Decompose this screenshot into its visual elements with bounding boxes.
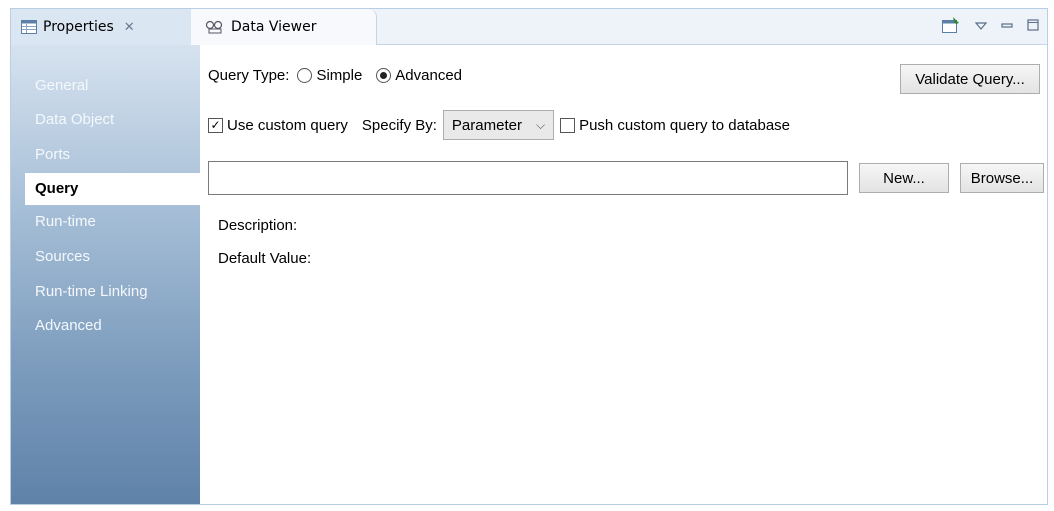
description-label: Description: <box>218 217 298 234</box>
advanced-radio[interactable] <box>376 68 392 83</box>
push-custom-query-label[interactable]: Push custom query to database <box>579 117 790 134</box>
default-value-label: Default Value: <box>218 250 312 267</box>
tab-data-viewer-label: Data Viewer <box>231 19 317 35</box>
query-type-label: Query Type: <box>208 67 290 84</box>
pin-icon[interactable] <box>941 16 961 38</box>
sidebar-item-ports[interactable]: Ports <box>35 146 70 163</box>
view-menu-icon[interactable] <box>974 19 988 35</box>
specify-by-value: Parameter <box>451 116 522 134</box>
use-custom-query-label[interactable]: Use custom query <box>227 117 348 134</box>
custom-query-row: ✓ Use custom query Specify By: Parameter… <box>208 110 790 140</box>
query-panel: Query Type: Simple Advanced Validate Que… <box>200 45 1047 504</box>
specify-by-label: Specify By: <box>361 116 437 134</box>
properties-view: Properties ✕ Data Viewer General Data Ob… <box>10 8 1048 505</box>
table-icon <box>21 20 37 34</box>
new-button[interactable]: New... <box>859 163 949 193</box>
browse-button[interactable]: Browse... <box>960 163 1044 193</box>
tab-properties-label: Properties <box>43 19 114 35</box>
sidebar-item-sources[interactable]: Sources <box>35 248 90 265</box>
push-custom-query-checkbox[interactable] <box>560 117 576 133</box>
query-parameter-input[interactable] <box>208 161 848 195</box>
chevron-down-icon: ⌵ <box>535 117 546 132</box>
simple-radio[interactable] <box>297 68 313 83</box>
view-toolbar <box>941 9 1039 45</box>
tab-properties[interactable]: Properties ✕ <box>11 9 203 45</box>
sidebar-item-run-time-linking[interactable]: Run-time Linking <box>35 283 148 300</box>
tab-data-viewer[interactable]: Data Viewer <box>191 9 377 45</box>
sidebar-item-advanced[interactable]: Advanced <box>35 317 102 334</box>
tab-bar: Properties ✕ Data Viewer <box>11 9 1047 45</box>
validate-query-button[interactable]: Validate Query... <box>900 64 1040 94</box>
close-icon[interactable]: ✕ <box>124 20 135 35</box>
data-viewer-icon <box>205 20 225 34</box>
query-type-row: Query Type: Simple Advanced <box>208 67 462 84</box>
maximize-icon[interactable] <box>1027 19 1039 35</box>
specify-by-select[interactable]: Parameter ⌵ <box>442 110 555 140</box>
sidebar-item-query[interactable]: Query <box>25 173 200 205</box>
sidebar-item-run-time[interactable]: Run-time <box>35 213 96 230</box>
minimize-icon[interactable] <box>1001 19 1013 35</box>
advanced-label[interactable]: Advanced <box>395 67 462 84</box>
sidebar-item-general[interactable]: General <box>35 77 88 94</box>
sidebar: General Data Object Ports Query Run-time… <box>11 45 200 504</box>
use-custom-query-checkbox[interactable]: ✓ <box>208 117 223 133</box>
sidebar-item-data-object[interactable]: Data Object <box>35 111 114 128</box>
simple-label[interactable]: Simple <box>316 67 362 84</box>
